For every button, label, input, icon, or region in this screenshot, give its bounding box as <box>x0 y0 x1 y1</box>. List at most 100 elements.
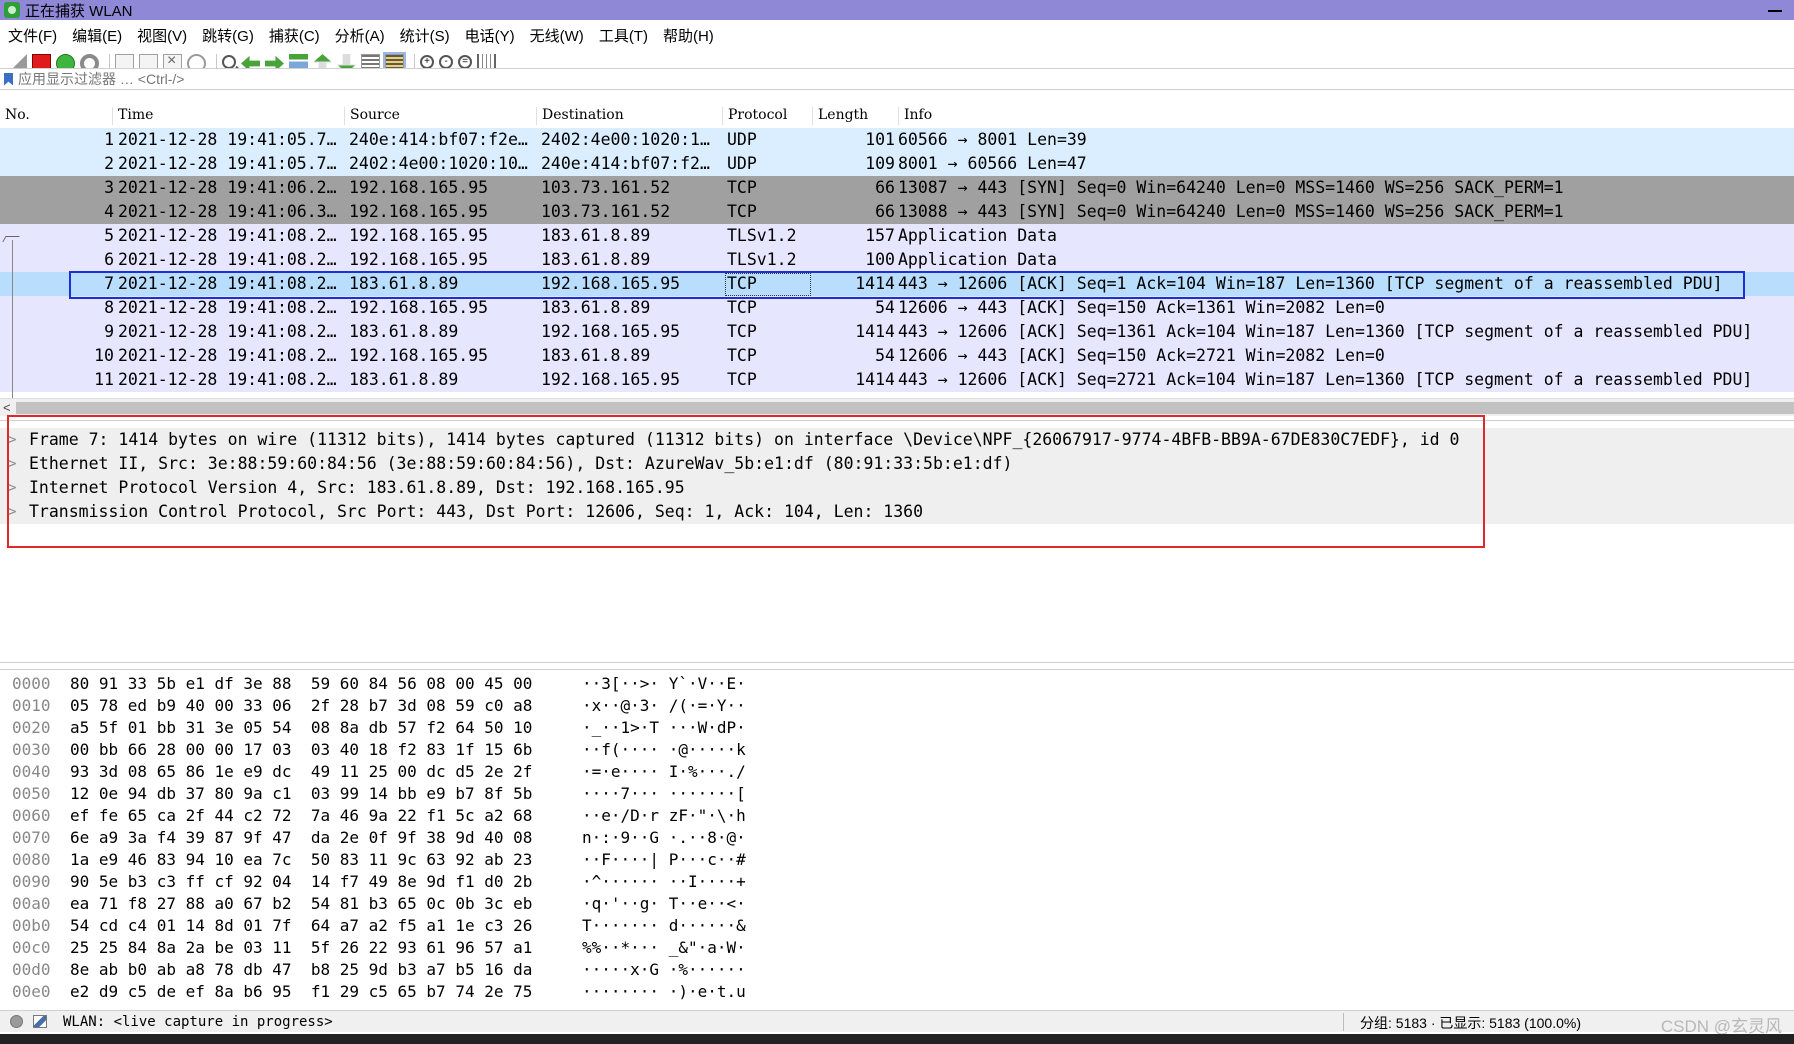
packet-protocol: UDP <box>727 154 757 173</box>
menu-statistics[interactable]: 统计(S) <box>400 25 450 46</box>
expert-info-icon[interactable] <box>10 1015 23 1028</box>
packet-time: 2021-12-28 19:41:08.2… <box>118 370 337 389</box>
bytes-hex: 54 cd c4 01 14 8d 01 7f 64 a7 a2 f5 a1 1… <box>70 916 533 935</box>
packet-row[interactable]: 5 2021-12-28 19:41:08.2… 192.168.165.95 … <box>0 224 1794 248</box>
menu-edit[interactable]: 编辑(E) <box>72 25 122 46</box>
bytes-hex: 05 78 ed b9 40 00 33 06 2f 28 b7 3d 08 5… <box>70 696 533 715</box>
packet-no: 10 <box>94 346 114 365</box>
display-filter-input[interactable]: 应用显示过滤器 … <Ctrl-/> <box>18 69 184 89</box>
packet-row[interactable]: 10 2021-12-28 19:41:08.2… 192.168.165.95… <box>0 344 1794 368</box>
zoom-normal-icon[interactable]: = <box>458 54 472 69</box>
column-source[interactable]: Source <box>345 107 537 125</box>
packet-row[interactable]: 8 2021-12-28 19:41:08.2… 192.168.165.95 … <box>0 296 1794 320</box>
packet-row[interactable]: 11 2021-12-28 19:41:08.2… 183.61.8.89 19… <box>0 368 1794 392</box>
packet-length: 101 <box>865 130 895 149</box>
bytes-hex: 90 5e b3 c3 ff cf 92 04 14 f7 49 8e 9d f… <box>70 872 533 891</box>
packet-time: 2021-12-28 19:41:05.7… <box>118 154 337 173</box>
packet-no: 2 <box>104 154 114 173</box>
packet-info: 443 → 12606 [ACK] Seq=1 Ack=104 Win=187 … <box>898 274 1723 293</box>
packet-time: 2021-12-28 19:41:08.2… <box>118 226 337 245</box>
menu-help[interactable]: 帮助(H) <box>663 25 714 46</box>
detail-text: Internet Protocol Version 4, Src: 183.61… <box>29 478 685 497</box>
packet-counts: 分组: 5183 · 已显示: 5183 (100.0%) <box>1360 1015 1581 1031</box>
zoom-in-icon[interactable]: + <box>420 54 434 69</box>
zoom-out-icon[interactable]: - <box>439 54 453 69</box>
detail-frame[interactable]: > Frame 7: 1414 bytes on wire (11312 bit… <box>0 428 1794 452</box>
scrollbar-thumb[interactable] <box>16 402 1794 414</box>
packet-row[interactable]: 6 2021-12-28 19:41:08.2… 192.168.165.95 … <box>0 248 1794 272</box>
packet-info: 12606 → 443 [ACK] Seq=150 Ack=2721 Win=2… <box>898 346 1385 365</box>
menu-analyze[interactable]: 分析(A) <box>335 25 385 46</box>
packet-row[interactable]: 4 2021-12-28 19:41:06.3… 192.168.165.95 … <box>0 200 1794 224</box>
packet-list-scrollbar[interactable]: < <box>0 398 1794 416</box>
bytes-offset: 00d0 <box>12 960 51 979</box>
menu-telephony[interactable]: 电话(Y) <box>465 25 515 46</box>
packet-info: 443 → 12606 [ACK] Seq=1361 Ack=104 Win=1… <box>898 322 1753 341</box>
packet-row-selected[interactable]: 7 2021-12-28 19:41:08.2… 183.61.8.89 192… <box>0 272 1794 296</box>
packet-row[interactable]: 2 2021-12-28 19:41:05.7… 2402:4e00:1020:… <box>0 152 1794 176</box>
display-filter-bar[interactable]: 应用显示过滤器 … <Ctrl-/> <box>0 68 1794 90</box>
bytes-offset: 0070 <box>12 828 51 847</box>
minimize-icon[interactable] <box>1768 2 1782 12</box>
packet-info: 13088 → 443 [SYN] Seq=0 Win=64240 Len=0 … <box>898 202 1564 221</box>
packet-destination: 183.61.8.89 <box>541 250 651 269</box>
filter-bookmark-icon[interactable] <box>4 72 13 86</box>
bytes-offset: 00e0 <box>12 982 51 1001</box>
packet-bytes-pane: 0000 80 91 33 5b e1 df 3e 88 59 60 84 56 … <box>0 670 1794 1008</box>
expand-arrow-icon[interactable]: > <box>8 476 16 500</box>
packet-row[interactable]: 9 2021-12-28 19:41:08.2… 183.61.8.89 192… <box>0 320 1794 344</box>
packet-no: 5 <box>104 226 114 245</box>
packet-destination: 103.73.161.52 <box>541 202 671 221</box>
expand-arrow-icon[interactable]: > <box>8 452 16 476</box>
column-destination[interactable]: Destination <box>537 107 723 125</box>
packet-row[interactable]: 1 2021-12-28 19:41:05.7… 240e:414:bf07:f… <box>0 128 1794 152</box>
packet-source: 240e:414:bf07:f2e… <box>349 130 528 149</box>
focused-cell-outline <box>725 273 811 296</box>
related-packet-line <box>12 240 13 400</box>
expand-arrow-icon[interactable]: > <box>8 500 16 524</box>
bytes-ascii: ··e·/D·r zF·"·\·h <box>582 806 746 825</box>
status-separator <box>1343 1013 1344 1031</box>
menu-go[interactable]: 跳转(G) <box>202 25 254 46</box>
column-length[interactable]: Length <box>813 107 899 125</box>
menu-tools[interactable]: 工具(T) <box>599 25 648 46</box>
scroll-left-icon[interactable]: < <box>3 400 11 415</box>
pane-splitter[interactable] <box>0 662 1794 670</box>
bytes-ascii: ··F····| P···c··# <box>582 850 746 869</box>
packet-row[interactable]: 3 2021-12-28 19:41:06.2… 192.168.165.95 … <box>0 176 1794 200</box>
find-packet-icon[interactable] <box>222 54 236 69</box>
menu-view[interactable]: 视图(V) <box>137 25 187 46</box>
packet-info: 60566 → 8001 Len=39 <box>898 130 1087 149</box>
column-no[interactable]: No. <box>0 107 113 125</box>
packet-list: 1 2021-12-28 19:41:05.7… 240e:414:bf07:f… <box>0 128 1794 398</box>
packet-time: 2021-12-28 19:41:06.3… <box>118 202 337 221</box>
column-protocol[interactable]: Protocol <box>723 107 813 125</box>
expand-arrow-icon[interactable]: > <box>8 428 16 452</box>
packet-info: 8001 → 60566 Len=47 <box>898 154 1087 173</box>
column-time[interactable]: Time <box>113 107 345 125</box>
detail-ipv4[interactable]: > Internet Protocol Version 4, Src: 183.… <box>0 476 1794 500</box>
packet-no: 6 <box>104 250 114 269</box>
packet-destination: 192.168.165.95 <box>541 370 681 389</box>
detail-ethernet[interactable]: > Ethernet II, Src: 3e:88:59:60:84:56 (3… <box>0 452 1794 476</box>
packet-length: 1414 <box>855 370 895 389</box>
packet-no: 3 <box>104 178 114 197</box>
menu-file[interactable]: 文件(F) <box>8 25 57 46</box>
bytes-hex: 25 25 84 8a 2a be 03 11 5f 26 22 93 61 9… <box>70 938 533 957</box>
window-title: 正在捕获 WLAN <box>25 2 133 20</box>
packet-time: 2021-12-28 19:41:05.7… <box>118 130 337 149</box>
packet-info: Application Data <box>898 250 1057 269</box>
packet-destination: 183.61.8.89 <box>541 346 651 365</box>
detail-tcp[interactable]: > Transmission Control Protocol, Src Por… <box>0 500 1794 524</box>
packet-info: 443 → 12606 [ACK] Seq=2721 Ack=104 Win=1… <box>898 370 1753 389</box>
bytes-offset: 0090 <box>12 872 51 891</box>
bytes-offset: 00a0 <box>12 894 51 913</box>
column-info[interactable]: Info <box>899 107 1794 125</box>
capture-comment-icon[interactable] <box>33 1015 47 1028</box>
bytes-hex: 93 3d 08 65 86 1e e9 dc 49 11 25 00 dc d… <box>70 762 533 781</box>
bytes-hex: 1a e9 46 83 94 10 ea 7c 50 83 11 9c 63 9… <box>70 850 533 869</box>
menu-capture[interactable]: 捕获(C) <box>269 25 320 46</box>
packet-no: 11 <box>94 370 114 389</box>
wireshark-fin-icon <box>4 2 20 18</box>
menu-wireless[interactable]: 无线(W) <box>530 25 584 46</box>
